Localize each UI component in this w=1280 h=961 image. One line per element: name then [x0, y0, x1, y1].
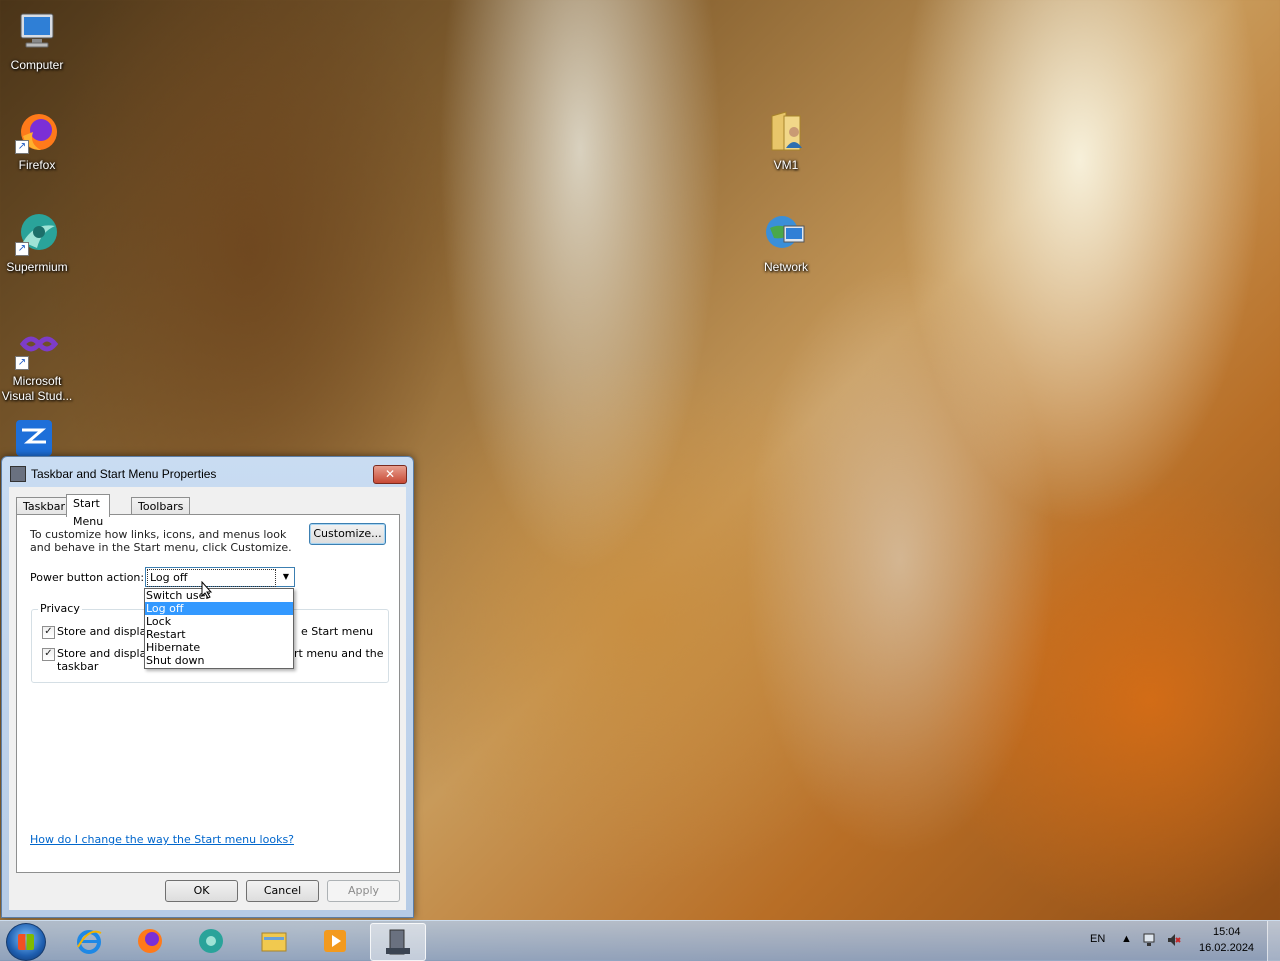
- desktop-icon-partial[interactable]: [12, 416, 56, 456]
- shortcut-arrow-icon: ↗: [15, 356, 29, 370]
- desktop-icon-label: Network: [763, 260, 808, 274]
- taskbar-internet-explorer[interactable]: [62, 923, 116, 959]
- privacy-checkbox-1[interactable]: ✓: [42, 626, 55, 639]
- desktop-icon-label: Supermium: [6, 260, 68, 274]
- dialog-titlebar[interactable]: Taskbar and Start Menu Properties ✕: [2, 457, 413, 487]
- desktop-icon-label: Microsoft Visual Stud...: [1, 374, 73, 403]
- visual-studio-icon: ↗: [15, 326, 59, 370]
- network-icon: [764, 212, 808, 256]
- windows-logo-icon: [18, 934, 34, 950]
- desktop-icon-firefox[interactable]: ↗ Firefox: [0, 110, 76, 173]
- start-button[interactable]: [6, 923, 46, 961]
- option-switch-user[interactable]: Switch user: [145, 589, 293, 602]
- folder-user-icon: [764, 110, 808, 154]
- privacy-checkbox-2-label-wrap: taskbar: [57, 660, 99, 673]
- show-hidden-icons-icon[interactable]: ▲: [1121, 933, 1132, 945]
- taskbar-firefox[interactable]: [123, 923, 177, 959]
- taskbar-start-menu-properties-dialog: Taskbar and Start Menu Properties ✕ Task…: [1, 456, 414, 918]
- taskbar-explorer[interactable]: [247, 923, 301, 959]
- desktop-icon-label: VM1: [773, 158, 799, 172]
- shortcut-arrow-icon: ↗: [15, 140, 29, 154]
- dialog-client: Taskbar Start Menu Toolbars To customize…: [9, 487, 406, 910]
- option-hibernate[interactable]: Hibernate: [145, 641, 293, 654]
- mouse-cursor-icon: [201, 581, 213, 599]
- tab-label: Taskbar: [23, 500, 65, 513]
- internet-explorer-icon: [77, 930, 102, 954]
- close-button[interactable]: ✕: [373, 465, 407, 484]
- desktop-icon-supermium[interactable]: ↗ Supermium: [0, 212, 76, 275]
- apply-button-label: Apply: [347, 884, 380, 897]
- desktop-icon-label: Computer: [10, 58, 64, 72]
- customize-button[interactable]: Customize...: [309, 523, 386, 545]
- supermium-icon: [199, 929, 223, 953]
- cancel-button-label: Cancel: [263, 884, 302, 897]
- privacy-group-label: Privacy: [38, 602, 82, 615]
- apply-button[interactable]: Apply: [327, 880, 400, 902]
- option-lock[interactable]: Lock: [145, 615, 293, 628]
- language-indicator[interactable]: EN: [1090, 933, 1105, 945]
- clock-time[interactable]: 15:04: [1213, 926, 1241, 938]
- desktop-icon-vm1[interactable]: VM1: [747, 110, 825, 173]
- taskbar: EN ▲ 15:04 16.02.2024: [0, 920, 1280, 961]
- customize-button-label: Customize...: [313, 527, 382, 540]
- taskbar-properties-icon: [10, 466, 26, 482]
- computer-icon: [15, 10, 59, 54]
- desktop-icon-visual-studio[interactable]: ↗ Microsoft Visual Stud...: [0, 326, 76, 404]
- privacy-checkbox-1-label-end: e Start menu: [301, 625, 374, 638]
- desktop-icon-network[interactable]: Network: [747, 212, 825, 275]
- power-button-label: Power button action:: [30, 571, 145, 584]
- desktop-icon-label: Firefox: [18, 158, 56, 172]
- ok-button[interactable]: OK: [165, 880, 238, 902]
- tab-label: Start Menu: [73, 497, 104, 528]
- desktop-icon-computer[interactable]: Computer: [0, 10, 76, 73]
- firefox-icon: [138, 929, 162, 953]
- cancel-button[interactable]: Cancel: [246, 880, 319, 902]
- dialog-title: Taskbar and Start Menu Properties: [31, 467, 217, 481]
- privacy-checkbox-2-label-end: rt menu and the: [294, 647, 384, 660]
- firefox-icon: ↗: [15, 110, 59, 154]
- option-shut-down[interactable]: Shut down: [145, 654, 293, 667]
- clock-date[interactable]: 16.02.2024: [1199, 942, 1254, 954]
- folder-icon: [261, 932, 287, 952]
- tab-start-menu[interactable]: Start Menu: [66, 494, 111, 528]
- customize-description: To customize how links, icons, and menus…: [30, 528, 292, 554]
- taskbar-properties-icon: [386, 929, 410, 955]
- tab-label: Toolbars: [138, 500, 184, 513]
- start-menu-panel: To customize how links, icons, and menus…: [16, 514, 400, 873]
- taskbar-media-player[interactable]: [308, 923, 362, 959]
- taskbar-supermium[interactable]: [184, 923, 238, 959]
- help-link[interactable]: How do I change the way the Start menu l…: [30, 833, 294, 846]
- taskbar-properties-window[interactable]: [370, 923, 426, 961]
- show-desktop-button[interactable]: [1267, 921, 1280, 961]
- volume-muted-icon[interactable]: [1166, 932, 1182, 948]
- media-player-icon: [324, 930, 346, 952]
- chevron-down-icon[interactable]: ▼: [278, 568, 294, 586]
- option-restart[interactable]: Restart: [145, 628, 293, 641]
- app-icon: [16, 420, 52, 456]
- ok-button-label: OK: [193, 884, 210, 897]
- option-log-off[interactable]: Log off: [145, 602, 293, 615]
- network-tray-icon[interactable]: [1142, 932, 1158, 948]
- close-icon: ✕: [384, 467, 396, 481]
- power-button-options-list: Switch user Log off Lock Restart Hiberna…: [144, 588, 294, 669]
- supermium-icon: ↗: [15, 212, 59, 256]
- privacy-checkbox-2[interactable]: ✓: [42, 648, 55, 661]
- shortcut-arrow-icon: ↗: [15, 242, 29, 256]
- power-button-select[interactable]: Log off ▼: [145, 567, 295, 587]
